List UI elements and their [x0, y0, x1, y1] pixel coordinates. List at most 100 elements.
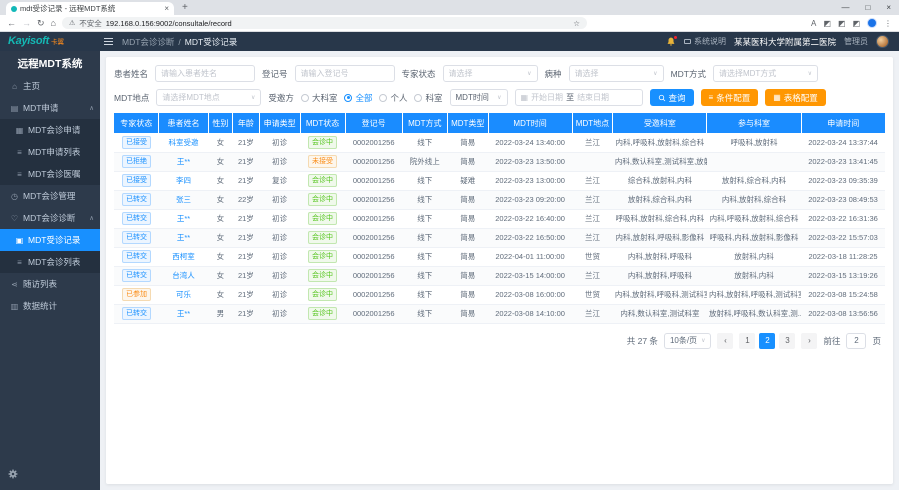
apply-type-cell: 初诊 [259, 133, 300, 152]
column-header: 性别 [208, 113, 233, 133]
invited-depts-cell: 内科,放射科,呼吸科,影像科 [613, 228, 707, 247]
user-avatar[interactable] [876, 35, 889, 48]
sidebar-item[interactable]: ▦MDT会诊申请 [0, 119, 100, 141]
disease-select[interactable]: 请选择∨ [569, 65, 664, 82]
user-role[interactable]: 管理员 [844, 36, 868, 47]
mdt-time-select[interactable]: MDT时间∨ [450, 89, 508, 106]
invited-depts-cell: 呼吸科,放射科,综合科,内科 [613, 209, 707, 228]
translate-icon[interactable]: A [811, 19, 816, 28]
patient-name-link[interactable]: 王** [177, 309, 190, 318]
patient-name-link[interactable]: 张三 [176, 195, 191, 204]
table-config-button[interactable]: ▦ 表格配置 [765, 89, 826, 106]
page-button[interactable]: 1 [739, 333, 755, 349]
sidebar-item[interactable]: ▤MDT申请∧ [0, 97, 100, 119]
table-row: 已接受李四女21岁复诊会诊中0002001256线下疑难2022-03-23 1… [114, 171, 885, 190]
patient-name-link[interactable]: 李四 [176, 176, 191, 185]
system-note-link[interactable]: 系统说明 [684, 36, 726, 47]
reg-no-input[interactable]: 请输入登记号 [295, 65, 395, 82]
mdt-time-cell: 2022-03-08 16:00:00 [488, 285, 572, 304]
browser-menu-icon[interactable]: ⋮ [884, 19, 892, 28]
mdt-type-cell: 简易 [447, 266, 488, 285]
sidebar-item[interactable]: ≡MDT申请列表 [0, 141, 100, 163]
extension-icon[interactable]: ◩ [852, 19, 860, 28]
patient-name-link[interactable]: 王** [177, 233, 190, 242]
page-size-select[interactable]: 10条/页 ∨ [664, 333, 712, 349]
expert-status-select[interactable]: 请选择∨ [443, 65, 538, 82]
browser-tab[interactable]: mdt受诊记录 - 远程MDT系统 × [6, 2, 174, 15]
radio-invited-dept[interactable]: 大科室 [301, 92, 338, 104]
expert-status-label: 专家状态 [402, 68, 436, 80]
expert-status-cell: 已拒绝 [114, 152, 159, 171]
window-close-button[interactable]: × [886, 3, 891, 12]
page-button[interactable]: 3 [779, 333, 795, 349]
home-icon[interactable]: ⌂ [51, 19, 56, 28]
mdt-method-placeholder: 请选择MDT方式 [719, 68, 805, 79]
new-tab-button[interactable]: + [182, 2, 188, 13]
filter-row-2: MDT地点 请选择MDT地点∨ 受邀方 大科室 全部 个人 科室 MDT时间∨ … [114, 89, 885, 106]
sidebar-item[interactable]: ⌂主页 [0, 75, 100, 97]
back-icon[interactable]: ← [7, 19, 16, 28]
mdt-method-select[interactable]: 请选择MDT方式∨ [713, 65, 818, 82]
sidebar-item[interactable]: ◷MDT会诊管理 [0, 185, 100, 207]
sidebar-item[interactable]: ≡ MDT会诊医嘱 [0, 163, 100, 185]
patient-name-link[interactable]: 王** [177, 214, 190, 223]
url-text[interactable]: 192.168.0.156:9002/consultale/record [106, 19, 569, 28]
expert-status-tag: 已拒绝 [122, 155, 151, 168]
goto-page-input[interactable]: 2 [846, 333, 866, 349]
mdt-type-cell: 疑难 [447, 171, 488, 190]
reg-no-cell: 0002001256 [345, 228, 402, 247]
bookmark-star-icon[interactable]: ☆ [573, 19, 580, 28]
patient-name-link[interactable]: 台湾人 [172, 271, 195, 280]
patient-name-link[interactable]: 科室受邀 [169, 138, 199, 147]
list-icon: ≡ [15, 170, 24, 179]
breadcrumb-parent[interactable]: MDT会诊诊断 [122, 36, 174, 48]
radio-scope-all[interactable]: 全部 [344, 92, 372, 104]
condition-config-button[interactable]: ≡ 条件配置 [701, 89, 759, 106]
chevron-down-icon: ∨ [527, 70, 531, 77]
sidebar-item[interactable]: ▣MDT受诊记录 [0, 229, 100, 251]
browser-profile-avatar[interactable] [867, 18, 877, 28]
next-page-button[interactable]: › [801, 333, 817, 349]
prev-page-button[interactable]: ‹ [717, 333, 733, 349]
security-label[interactable]: 不安全 [79, 18, 102, 29]
extension-icon[interactable]: ◩ [823, 19, 831, 28]
date-range-picker[interactable]: ▦ 开始日期 至 结束日期 [515, 89, 643, 106]
window-minimize-button[interactable]: — [841, 3, 849, 12]
notification-bell-icon[interactable] [666, 37, 676, 47]
goto-unit: 页 [872, 335, 881, 347]
sidebar-item[interactable]: ▥数据统计 [0, 295, 100, 317]
search-button[interactable]: 查询 [650, 89, 694, 106]
sidebar-item[interactable]: ⋖随访列表 [0, 273, 100, 295]
window-maximize-button[interactable]: □ [865, 3, 870, 12]
radio-scope-personal[interactable]: 个人 [379, 92, 407, 104]
invited-depts-cell: 内科,呼吸科,放射科,综合科 [613, 133, 707, 152]
page-button[interactable]: 2 [759, 333, 775, 349]
invited-depts-cell: 内科,放射科,呼吸科 [613, 247, 707, 266]
condition-config-label: 条件配置 [716, 92, 750, 104]
patient-name-link[interactable]: 西柯室 [172, 252, 195, 261]
patient-cell: 台湾人 [159, 266, 208, 285]
mdt-time-cell: 2022-03-23 13:50:00 [488, 152, 572, 171]
forward-icon[interactable]: → [22, 19, 31, 28]
extension-icon[interactable]: ◩ [838, 19, 846, 28]
mdt-location-select[interactable]: 请选择MDT地点∨ [156, 89, 261, 106]
sidebar-item[interactable]: ≡MDT会诊列表 [0, 251, 100, 273]
tab-close-icon[interactable]: × [164, 5, 169, 13]
patient-name-link[interactable]: 王** [177, 157, 190, 166]
patient-cell: 王** [159, 209, 208, 228]
collapse-menu-icon[interactable] [104, 38, 113, 46]
expert-status-cell: 已转交 [114, 190, 159, 209]
settings-gear-icon[interactable] [8, 466, 18, 484]
address-bar[interactable]: ⚠ 不安全 192.168.0.156:9002/consultale/reco… [62, 17, 587, 29]
patient-name-link[interactable]: 可乐 [176, 290, 191, 299]
reload-icon[interactable]: ↻ [37, 19, 45, 28]
gender-cell: 女 [208, 285, 233, 304]
location-cell: 兰江 [572, 171, 613, 190]
sidebar-item[interactable]: ♡MDT会诊诊断∧ [0, 207, 100, 229]
radio-scope-dept[interactable]: 科室 [414, 92, 442, 104]
sidebar-item-label: MDT会诊医嘱 [28, 168, 80, 180]
list-icon: ≡ [15, 258, 24, 267]
patient-name-input[interactable]: 请输入患者姓名 [155, 65, 255, 82]
apply-time-cell: 2022-03-23 13:41:45 [801, 152, 885, 171]
age-cell: 21岁 [233, 247, 260, 266]
